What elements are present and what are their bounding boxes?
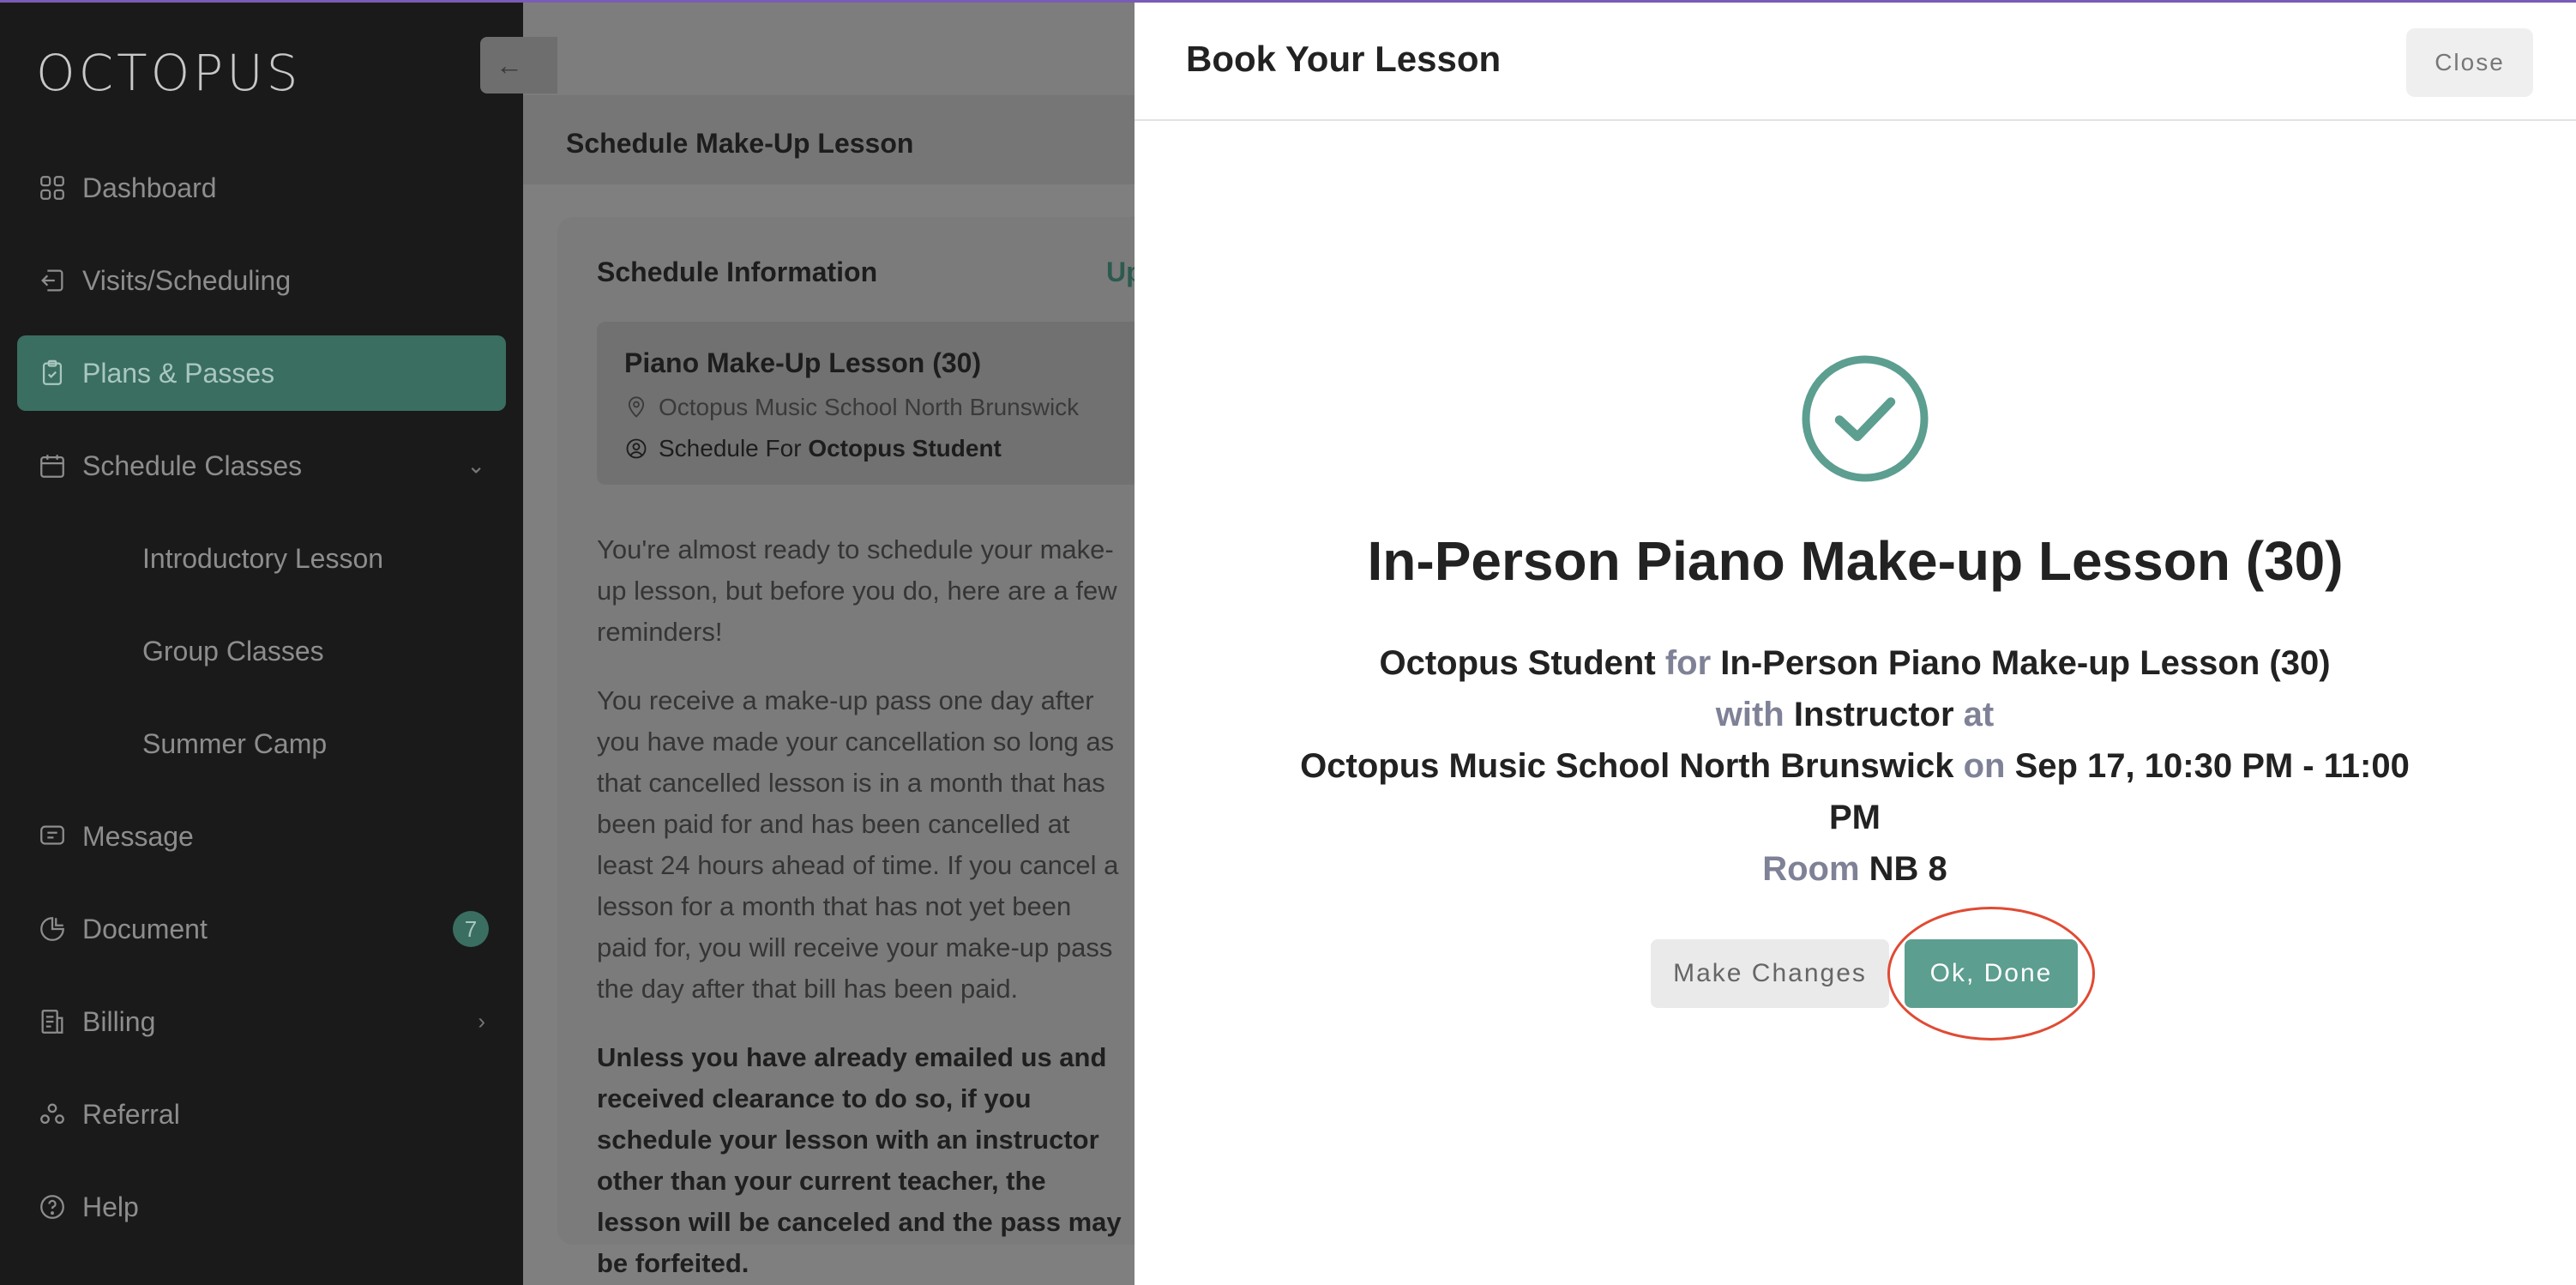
schedule-for-name: Octopus Student	[808, 435, 1002, 462]
lesson-schedule-for: Schedule For Octopus Student	[624, 435, 1002, 462]
sidebar-item-label: Document	[82, 913, 208, 944]
modal-header: Book Your Lesson Close	[1135, 3, 2576, 121]
sidebar-item-schedule-classes[interactable]: Schedule Classes ⌄	[17, 428, 506, 504]
document-count-badge: 7	[453, 911, 489, 947]
page-title: Schedule Make-Up Lesson	[566, 128, 914, 159]
return-icon	[38, 266, 67, 295]
sidebar-item-document[interactable]: Document 7	[17, 891, 506, 967]
location-name: Octopus Music School North Brunswick	[1300, 747, 1954, 785]
make-changes-button[interactable]: Make Changes	[1651, 939, 1889, 1008]
with-word: with	[1715, 696, 1785, 733]
lesson-title: Piano Make-Up Lesson (30)	[624, 347, 982, 378]
confirmation-title: In-Person Piano Make-up Lesson (30)	[1367, 530, 2344, 592]
ok-done-button[interactable]: Ok, Done	[1905, 939, 2078, 1008]
confirmation-details: Octopus Student for In-Person Piano Make…	[1297, 637, 2412, 895]
sidebar-item-message[interactable]: Message	[17, 799, 506, 874]
sidebar-subitem-introductory-lesson[interactable]: Introductory Lesson	[142, 543, 383, 575]
user-circle-icon	[626, 438, 647, 459]
grid-icon	[38, 173, 67, 202]
modal-title: Book Your Lesson	[1186, 39, 1502, 79]
sidebar-item-label: Message	[82, 820, 194, 852]
sidebar-item-label: Schedule Classes	[82, 449, 303, 481]
on-word: on	[1963, 747, 2006, 785]
message-icon	[38, 822, 67, 851]
lesson-name: In-Person Piano Make-up Lesson (30)	[1720, 644, 2331, 682]
lesson-location: Octopus Music School North Brunswick	[624, 394, 1079, 421]
sidebar: OCTOPUS Dashboard Visits/Scheduling Plan…	[0, 0, 523, 1285]
clipboard-check-icon	[38, 359, 67, 388]
sidebar-item-billing[interactable]: Billing ›	[17, 984, 506, 1059]
instructor-name: Instructor	[1793, 696, 1954, 733]
check-circle-icon	[1802, 355, 1929, 482]
student-name: Octopus Student	[1379, 644, 1656, 682]
sidebar-item-label: Plans & Passes	[82, 357, 275, 389]
document-icon	[38, 914, 67, 944]
reminder-paragraph: You receive a make-up pass one day after…	[597, 685, 1119, 1004]
chevron-right-icon[interactable]: ›	[478, 1009, 485, 1035]
reminder-paragraph: You're almost ready to schedule your mak…	[597, 534, 1117, 647]
room-word: Room	[1762, 850, 1860, 888]
sidebar-item-plans-passes[interactable]: Plans & Passes	[17, 335, 506, 411]
billing-icon	[38, 1007, 67, 1036]
close-button[interactable]: Close	[2406, 28, 2533, 97]
for-word: for	[1664, 644, 1712, 682]
warning-paragraph: Unless you have already emailed us and r…	[597, 1042, 1122, 1278]
sidebar-item-referral[interactable]: Referral	[17, 1077, 506, 1152]
sidebar-item-label: Dashboard	[82, 172, 217, 203]
schedule-for-prefix: Schedule For	[659, 435, 809, 462]
sidebar-item-dashboard[interactable]: Dashboard	[17, 150, 506, 226]
arrow-left-icon: ←	[496, 49, 523, 81]
sidebar-item-label: Billing	[82, 1005, 156, 1037]
room-name: NB 8	[1869, 850, 1947, 888]
sidebar-item-label: Referral	[82, 1098, 180, 1130]
booking-modal: Book Your Lesson Close In-Person Piano M…	[1135, 0, 2576, 1285]
sidebar-item-help[interactable]: Help	[17, 1169, 506, 1245]
help-icon	[38, 1192, 67, 1222]
sidebar-item-label: Help	[82, 1191, 139, 1222]
calendar-icon	[38, 451, 67, 480]
at-word: at	[1963, 696, 1995, 733]
chevron-down-icon[interactable]: ⌄	[466, 453, 485, 480]
sidebar-subitem-summer-camp[interactable]: Summer Camp	[142, 728, 327, 760]
collapse-sidebar-button[interactable]: ←	[480, 37, 557, 94]
location-pin-icon	[628, 396, 645, 418]
card-title: Schedule Information	[597, 256, 878, 287]
lesson-location-text: Octopus Music School North Brunswick	[659, 394, 1080, 420]
sidebar-item-visits[interactable]: Visits/Scheduling	[17, 243, 506, 318]
sidebar-subitem-group-classes[interactable]: Group Classes	[142, 636, 324, 667]
sidebar-item-label: Visits/Scheduling	[82, 264, 292, 296]
referral-icon	[38, 1100, 67, 1129]
app-logo[interactable]: OCTOPUS	[36, 44, 301, 102]
